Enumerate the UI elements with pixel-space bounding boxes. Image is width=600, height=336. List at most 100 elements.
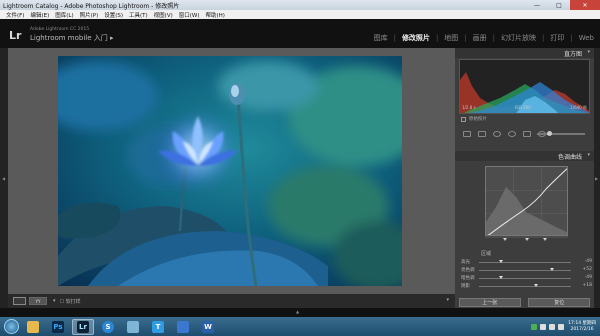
tray-network-icon[interactable] [531, 323, 538, 330]
taskbar-app-s[interactable]: S [97, 319, 119, 335]
tray-volume-icon[interactable] [540, 323, 547, 330]
region-value[interactable]: +18 [583, 283, 593, 288]
tray-ime-icon[interactable] [558, 323, 565, 330]
original-photo-checkbox[interactable] [461, 116, 466, 122]
menu-photo[interactable]: 照片(P) [80, 11, 99, 19]
taskbar-app-w[interactable]: W [197, 319, 219, 335]
shutter-info: 1/2.8 s [462, 105, 476, 110]
spot-removal-icon[interactable] [493, 131, 501, 137]
previous-button[interactable]: 上一张 [458, 297, 521, 307]
clock-time: 17:14 星期四 [568, 321, 596, 326]
region-value[interactable]: -49 [585, 275, 592, 280]
close-button[interactable]: ✕ [570, 0, 600, 10]
tool-slider-knob[interactable] [547, 131, 552, 136]
slider-thumb[interactable] [499, 276, 503, 279]
filmstrip-toggle-icon[interactable]: ▲ [296, 309, 299, 314]
right-panel-strip[interactable]: ▶ [594, 48, 600, 308]
toolbar-options-icon[interactable]: ▾ [446, 297, 449, 303]
menu-library[interactable]: 图库(L) [55, 11, 73, 19]
taskbar-app-photoshop[interactable]: Ps [47, 319, 69, 335]
slider-track[interactable] [479, 286, 571, 287]
module-develop[interactable]: 修改照片 [402, 33, 430, 43]
slider-track[interactable] [479, 270, 571, 271]
photo-preview[interactable] [58, 56, 402, 286]
menu-tools[interactable]: 工具(T) [129, 11, 148, 19]
slider-track[interactable] [479, 262, 571, 263]
folder-icon [27, 320, 39, 333]
tone-curve-title: 色调曲线 [557, 154, 582, 161]
before-after-label: YY [35, 298, 41, 304]
module-print[interactable]: 打印 [550, 33, 564, 43]
region-darks[interactable]: 暗色调 -49 [455, 275, 594, 282]
module-library[interactable]: 图库 [374, 33, 388, 43]
maximize-button[interactable]: □ [548, 0, 570, 10]
feather-icon [177, 320, 189, 333]
menu-settings[interactable]: 设置(S) [104, 11, 123, 19]
mobile-label: Lightroom mobile 入门 [30, 34, 108, 42]
lightroom-logo: Lr [9, 29, 22, 42]
panel-bottom-buttons: 上一张 复位 [455, 296, 594, 308]
menu-window[interactable]: 窗口(W) [179, 11, 200, 19]
soft-proof-label: 软打样 [65, 298, 81, 305]
graduated-filter-icon[interactable] [523, 131, 531, 137]
tray-flag-icon[interactable] [549, 323, 556, 330]
slider-thumb[interactable] [534, 284, 538, 287]
loupe-view-button[interactable] [13, 297, 26, 305]
left-panel-strip[interactable]: ◀ [0, 48, 8, 308]
region-lights[interactable]: 亮色调 +52 [455, 267, 594, 274]
taskbar-app-t[interactable]: T [147, 319, 169, 335]
tool-slider-track[interactable] [537, 133, 585, 135]
region-shadows[interactable]: 阴影 +18 [455, 283, 594, 290]
window-title: Lightroom Catalog - Adobe Photoshop Ligh… [3, 2, 180, 10]
taskbar-app-lightroom[interactable]: Lr [72, 318, 94, 335]
start-button[interactable] [4, 319, 19, 334]
histogram-header[interactable]: 直方图 ▾ [455, 48, 594, 58]
chevron-right-icon: ▸ [110, 34, 114, 42]
module-map[interactable]: 地图 [444, 33, 458, 43]
crop-tool-icon[interactable] [478, 131, 486, 137]
taskbar-app-feather[interactable] [172, 319, 194, 335]
before-after-button[interactable]: YY [29, 297, 47, 305]
menu-file[interactable]: 文件(F) [6, 11, 24, 19]
slider-thumb[interactable] [550, 268, 554, 271]
tone-curve-graph[interactable] [485, 166, 568, 236]
s-app-icon: S [102, 320, 114, 333]
mobile-link[interactable]: Lightroom mobile 入门 ▸ [30, 33, 114, 43]
histogram-title: 直方图 [563, 51, 582, 58]
grid-tool-icon[interactable] [463, 131, 471, 137]
module-web[interactable]: Web [579, 34, 594, 42]
tone-curve-header[interactable]: 色调曲线 ▾ [455, 151, 594, 161]
right-panel-toggle-icon[interactable]: ▶ [595, 176, 598, 181]
region-highlights[interactable]: 高光 -49 [455, 259, 594, 266]
tone-curve-plot [486, 167, 567, 235]
module-slideshow[interactable]: 幻灯片放映 [501, 33, 536, 43]
module-book[interactable]: 画册 [473, 33, 487, 43]
clock[interactable]: 17:14 星期四 2017/2/16 [568, 321, 596, 332]
menu-view[interactable]: 视图(V) [154, 11, 173, 19]
slider-track[interactable] [479, 278, 571, 279]
filmstrip-strip[interactable]: ▲ [0, 308, 600, 317]
lightroom-icon: Lr [77, 320, 89, 333]
slider-thumb[interactable] [499, 260, 503, 263]
left-panel-toggle-icon[interactable]: ◀ [2, 176, 5, 181]
reset-button[interactable]: 复位 [528, 297, 591, 307]
soft-proof-checkbox[interactable]: ☐ 软打样 [60, 298, 81, 305]
curve-split-handles[interactable] [485, 236, 568, 242]
menu-edit[interactable]: 编辑(E) [30, 11, 49, 19]
original-photo-toggle[interactable]: 原始照片 [461, 116, 487, 122]
soft-proof-arrow-icon[interactable]: ▾ [53, 298, 56, 304]
module-separator: | [435, 34, 439, 42]
taskbar-app-images[interactable] [122, 319, 144, 335]
basic-section-bar [455, 142, 594, 150]
windows-taskbar: Ps Lr S T W [0, 317, 600, 336]
region-value[interactable]: -49 [585, 259, 592, 264]
menu-help[interactable]: 帮助(H) [205, 11, 224, 19]
filmstrip-toolbar: YY ▾ ☐ 软打样 ▾ [8, 294, 455, 308]
minimize-button[interactable]: — [526, 0, 548, 10]
taskbar-app-folder[interactable] [22, 319, 44, 335]
module-separator: | [464, 34, 467, 42]
region-label: 亮色调 [461, 268, 475, 273]
region-value[interactable]: +52 [583, 267, 593, 272]
red-eye-icon[interactable] [508, 131, 516, 137]
region-title: 区域 [481, 251, 492, 257]
